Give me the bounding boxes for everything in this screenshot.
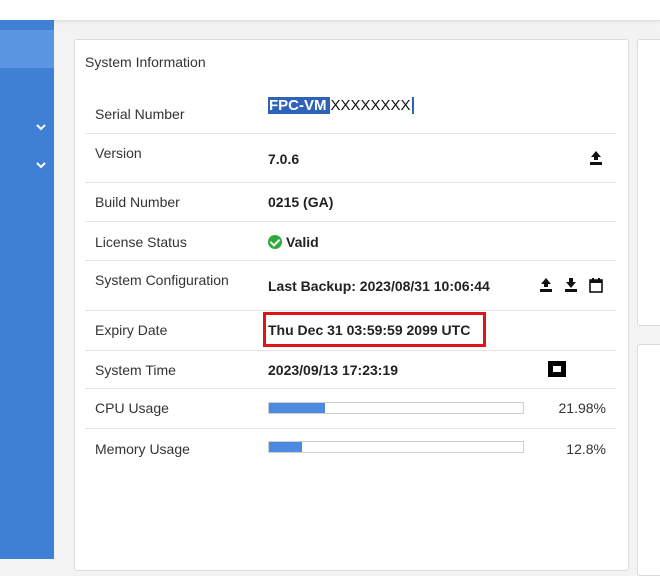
build-number-value: 0215 (GA) xyxy=(268,194,334,210)
system-time-label: System Time xyxy=(95,362,176,378)
download-icon[interactable] xyxy=(563,277,579,293)
system-information-panel: System Information Serial Number FPC-VM X… xyxy=(74,39,629,571)
top-bar xyxy=(0,0,660,21)
serial-number-value[interactable]: FPC-VM XXXXXXXX xyxy=(268,97,414,117)
panel-title: System Information xyxy=(85,54,206,70)
system-configuration-row: System Configuration Last Backup: 2023/0… xyxy=(85,260,616,311)
last-backup-value: Last Backup: 2023/08/31 10:06:44 xyxy=(268,278,490,294)
license-status-value: Valid xyxy=(268,234,319,250)
right-card-bottom xyxy=(637,344,660,576)
license-status-text: Valid xyxy=(286,234,319,250)
system-time-row: System Time 2023/09/13 17:23:19 xyxy=(85,350,616,389)
version-label: Version xyxy=(95,145,142,161)
memory-usage-bar xyxy=(268,441,524,453)
right-card-top xyxy=(637,39,660,326)
version-value: 7.0.6 xyxy=(268,151,300,167)
system-configuration-label: System Configuration xyxy=(95,272,229,288)
cpu-usage-row: CPU Usage 21.98% xyxy=(85,388,616,429)
cpu-usage-percent: 21.98% xyxy=(558,400,606,416)
build-number-row: Build Number 0215 (GA) xyxy=(85,182,616,222)
system-time-value: 2023/09/13 17:23:19 xyxy=(268,362,398,378)
chevron-down-icon[interactable] xyxy=(34,158,48,172)
sidebar-active-item[interactable] xyxy=(0,30,54,68)
version-row: Version 7.0.6 xyxy=(85,133,616,183)
sidebar xyxy=(0,20,54,559)
upload-icon[interactable] xyxy=(538,277,554,293)
memory-usage-fill xyxy=(269,442,302,452)
serial-number-label: Serial Number xyxy=(95,106,185,122)
build-number-label: Build Number xyxy=(95,194,180,210)
cpu-usage-fill xyxy=(269,403,325,413)
memory-usage-label: Memory Usage xyxy=(95,441,190,457)
calendar-icon[interactable] xyxy=(588,277,604,293)
memory-usage-row: Memory Usage 12.8% xyxy=(85,428,616,466)
expiry-date-label: Expiry Date xyxy=(95,322,168,338)
cpu-usage-bar xyxy=(268,402,524,414)
license-status-label: License Status xyxy=(95,234,187,250)
chevron-down-icon[interactable] xyxy=(34,120,48,134)
expiry-highlight-box xyxy=(263,312,486,347)
cpu-usage-label: CPU Usage xyxy=(95,400,169,416)
memory-usage-percent: 12.8% xyxy=(566,441,606,457)
serial-prefix: FPC-VM xyxy=(268,97,328,114)
upgrade-icon[interactable] xyxy=(588,150,604,166)
serial-rest: XXXXXXXX xyxy=(329,97,412,114)
license-status-row: License Status Valid xyxy=(85,221,616,261)
serial-number-row: Serial Number FPC-VM XXXXXXXX xyxy=(85,95,616,134)
edit-time-icon[interactable] xyxy=(548,361,566,377)
check-circle-icon xyxy=(268,235,282,249)
